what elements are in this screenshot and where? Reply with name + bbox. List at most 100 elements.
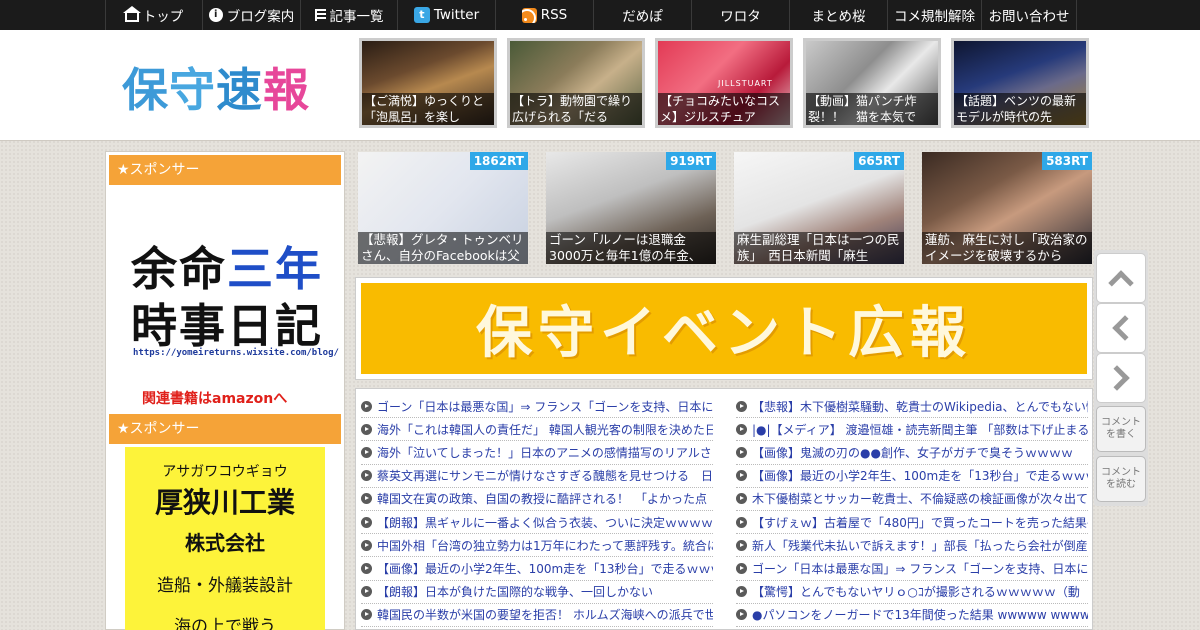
article-title-link[interactable]: 木下優樹菜とサッカー乾貴士、不倫疑惑の検証画像が次々出て: [752, 490, 1088, 507]
article-column-left: ゴーン「日本は最悪な国」⇒ フランス「ゴーンを支持、日本に 海外「これは韓国人の責…: [361, 395, 713, 627]
article-list-item[interactable]: 【朗報】黒ギャルに一番よく似合う衣装、ついに決定ｗｗｗｗ: [361, 511, 713, 535]
article-list-item[interactable]: 韓国文在寅の政策、自国の教授に酷評される！ 「よかった点: [361, 488, 713, 511]
nav-rss[interactable]: RSS: [495, 0, 593, 30]
article-list-item[interactable]: 【驚愕】とんでもないヤリｏ○ｺが撮影されるｗｗｗｗｗ（動: [736, 581, 1088, 604]
article-list-item[interactable]: 新人「残業代未払いで訴えます！」部長「払ったら会社が倒産: [736, 534, 1088, 558]
nav-matome-sakura-label: まとめ桜: [811, 9, 866, 25]
ad-url[interactable]: https://yomeireturns.wixsite.com/blog/: [133, 348, 339, 358]
nav-top-label: トップ: [142, 9, 184, 25]
article-list: ゴーン「日本は最悪な国」⇒ フランス「ゴーンを支持、日本に 海外「これは韓国人の責…: [355, 388, 1093, 630]
ad-company-kana: アサガワコウギョウ: [162, 464, 288, 480]
article-list-item[interactable]: ゴーン「日本は最悪な国」⇒ フランス「ゴーンを支持、日本に: [736, 557, 1088, 581]
nav-warota[interactable]: ワロタ: [691, 0, 789, 30]
nav-matome-sakura[interactable]: まとめ桜: [789, 0, 887, 30]
article-title-link[interactable]: 蔡英文再選にサンモニが情けなさすぎる醜態を見せつける 日: [377, 467, 713, 484]
nav-comment-unblock[interactable]: コメ規制解除: [887, 0, 981, 30]
article-list-item[interactable]: 海外「泣いてしまった！」日本のアニメの感情描写のリアルさ: [361, 441, 713, 465]
play-bullet-icon: [361, 516, 372, 528]
nav-twitter[interactable]: t Twitter: [397, 0, 495, 30]
article-list-item[interactable]: 海外「これは韓国人の責任だ」 韓国人観光客の制限を決めた日: [361, 418, 713, 442]
trending-caption: 蓮舫、麻生に対し「政治家のイメージを破壊するから: [922, 232, 1092, 264]
article-list-item[interactable]: ●パソコンをノーガードで13年間使った結果 wwwww wwwww: [736, 604, 1088, 627]
article-title-link[interactable]: |●|【メディア】 渡邉恒雄・読売新聞主筆 「部数は下げ止まる。: [752, 421, 1088, 438]
play-bullet-icon: [361, 562, 372, 574]
nav-top[interactable]: トップ: [105, 0, 202, 30]
article-list-item[interactable]: ゴーン「日本は最悪な国」⇒ フランス「ゴーンを支持、日本に: [361, 395, 713, 419]
trending-caption: 麻生副総理「日本は一つの民族」 西日本新聞「麻生: [734, 232, 904, 264]
trending-item-3[interactable]: 665RT 麻生副総理「日本は一つの民族」 西日本新聞「麻生: [734, 152, 904, 264]
logo-char-2: 守: [169, 63, 216, 117]
event-banner-text: 保守イベント広報: [476, 301, 972, 366]
article-title-link[interactable]: 韓国文在寅の政策、自国の教授に酷評される！ 「よかった点: [377, 490, 707, 507]
article-title-link[interactable]: 海外「これは韓国人の責任だ」 韓国人観光客の制限を決めた日: [377, 421, 713, 438]
article-title-link[interactable]: 【朗報】黒ギャルに一番よく似合う衣装、ついに決定ｗｗｗｗ: [377, 514, 713, 531]
nav-blog-guide[interactable]: i ブログ案内: [202, 0, 300, 30]
article-list-item[interactable]: 【すげぇｗ】古着屋で「480円」で買ったコートを売った結果→: [736, 511, 1088, 535]
thumb-caption: 【トラ】動物園で繰り広げられる「だる: [510, 93, 642, 125]
article-title-link[interactable]: 【悲報】木下優樹菜騒動、乾貴士のWikipedia、とんでもない情: [752, 398, 1088, 415]
article-title-link[interactable]: ゴーン「日本は最悪な国」⇒ フランス「ゴーンを支持、日本に: [377, 398, 713, 415]
article-title-link[interactable]: 【画像】鬼滅の刃の●●創作、女子がガチで臭そうｗｗｗｗ: [752, 444, 1073, 461]
nav-damepo-label: だめぽ: [622, 9, 663, 25]
nav-items: トップ i ブログ案内 記事一覧 t Twitter RSS だめぽ ワロタ ま…: [105, 0, 1077, 30]
article-title-link[interactable]: 【朗報】日本が負けた国際的な戦争、一回しかない: [377, 583, 653, 600]
article-title-link[interactable]: ●パソコンをノーガードで13年間使った結果 wwwww wwwww: [752, 606, 1088, 623]
header-thumb-2[interactable]: 【トラ】動物園で繰り広げられる「だる: [507, 38, 645, 128]
article-title-link[interactable]: 中国外相「台湾の独立勢力は1万年にわたって悪評残す。統合に: [377, 537, 713, 554]
article-title-link[interactable]: 海外「泣いてしまった！」日本のアニメの感情描写のリアルさ: [377, 444, 712, 461]
event-banner[interactable]: 保守イベント広報: [355, 277, 1093, 380]
play-bullet-icon: [736, 516, 747, 528]
play-bullet-icon: [736, 493, 747, 505]
next-article-button[interactable]: [1096, 353, 1146, 403]
nav-contact[interactable]: お問い合わせ: [981, 0, 1077, 30]
article-title-link[interactable]: 新人「残業代未払いで訴えます！」部長「払ったら会社が倒産: [752, 537, 1088, 554]
write-comment-button[interactable]: コメントを書く: [1096, 406, 1146, 452]
article-title-link[interactable]: 【画像】最近の小学2年生、100m走を「13秒台」で走るｗｗｗ: [752, 467, 1088, 484]
nav-article-list[interactable]: 記事一覧: [300, 0, 397, 30]
trending-item-4[interactable]: 583RT 蓮舫、麻生に対し「政治家のイメージを破壊するから: [922, 152, 1092, 264]
article-list-item[interactable]: |●|【メディア】 渡邉恒雄・読売新聞主筆 「部数は下げ止まる。: [736, 418, 1088, 442]
trending-caption: 【悲報】グレタ・トゥンベリさん、自分のFacebookは父: [358, 232, 528, 264]
header-thumb-3[interactable]: JILLSTUART 【チョコみたいなコスメ】ジルスチュア: [655, 38, 793, 128]
article-list-item[interactable]: 木下優樹菜とサッカー乾貴士、不倫疑惑の検証画像が次々出て: [736, 488, 1088, 511]
retweet-count-badge: 919RT: [666, 152, 716, 170]
play-bullet-icon: [361, 423, 372, 435]
article-column-right: 【悲報】木下優樹菜騒動、乾貴士のWikipedia、とんでもない情 |●|【メディ…: [736, 395, 1088, 627]
article-title-link[interactable]: 【画像】最近の小学2年生、100m走を「13秒台」で走るｗｗｗ: [377, 560, 713, 577]
nav-article-list-label: 記事一覧: [329, 9, 384, 25]
header-thumb-5[interactable]: 【話題】ベンツの最新モデルが時代の先: [951, 38, 1089, 128]
trending-item-2[interactable]: 919RT ゴーン「ルノーは退職金3000万と毎年1億の年金、: [546, 152, 716, 264]
trending-item-1[interactable]: 1862RT 【悲報】グレタ・トゥンベリさん、自分のFacebookは父: [358, 152, 528, 264]
thumb-caption: 【ご満悦】ゆっくりと「泡風呂」を楽し: [362, 93, 494, 125]
play-bullet-icon: [361, 493, 372, 505]
ad-title-part: 余命: [131, 242, 227, 296]
sponsor-ad-asagawa[interactable]: アサガワコウギョウ 厚狭川工業 株式会社 造船・外艤装設計 海の上で戦う: [125, 447, 325, 630]
chevron-up-icon: [1108, 270, 1134, 296]
previous-article-button[interactable]: [1096, 303, 1146, 353]
scroll-top-button[interactable]: [1096, 253, 1146, 303]
header-thumb-1[interactable]: 【ご満悦】ゆっくりと「泡風呂」を楽し: [359, 38, 497, 128]
ad-company-tagline: 海の上で戦う: [174, 617, 276, 630]
article-list-item[interactable]: 【悲報】木下優樹菜騒動、乾貴士のWikipedia、とんでもない情: [736, 395, 1088, 419]
article-title-link[interactable]: 【驚愕】とんでもないヤリｏ○ｺが撮影されるｗｗｗｗｗ（動: [752, 583, 1080, 600]
article-title-link[interactable]: 【すげぇｗ】古着屋で「480円」で買ったコートを売った結果→: [752, 514, 1088, 531]
article-list-item[interactable]: 中国外相「台湾の独立勢力は1万年にわたって悪評残す。統合に: [361, 534, 713, 558]
play-bullet-icon: [736, 562, 747, 574]
article-list-item[interactable]: 【画像】最近の小学2年生、100m走を「13秒台」で走るｗｗｗ: [361, 557, 713, 581]
sponsor-ad-yomei[interactable]: 余命三年 時事日記 https://yomeireturns.wixsite.c…: [106, 185, 344, 409]
article-list-item[interactable]: 【画像】最近の小学2年生、100m走を「13秒台」で走るｗｗｗ: [736, 465, 1088, 488]
thumb-logo-text: JILLSTUART: [718, 79, 773, 88]
site-logo[interactable]: 保守速報: [122, 54, 310, 120]
article-title-link[interactable]: ゴーン「日本は最悪な国」⇒ フランス「ゴーンを支持、日本に: [752, 560, 1088, 577]
article-list-item[interactable]: 【画像】鬼滅の刃の●●創作、女子がガチで臭そうｗｗｗｗ: [736, 441, 1088, 465]
header-thumb-4[interactable]: 【動画】猫パンチ炸裂！！ 猫を本気で: [803, 38, 941, 128]
left-sidebar: ★スポンサー 余命三年 時事日記 https://yomeireturns.wi…: [105, 151, 345, 630]
nav-damepo[interactable]: だめぽ: [593, 0, 691, 30]
article-list-item[interactable]: 蔡英文再選にサンモニが情けなさすぎる醜態を見せつける 日: [361, 465, 713, 488]
ad-amazon-link[interactable]: 関連書籍はamazonへ: [142, 388, 287, 408]
article-list-item[interactable]: 【朗報】日本が負けた国際的な戦争、一回しかない: [361, 581, 713, 604]
ad-company-desc: 造船・外艤装設計: [157, 576, 293, 596]
article-list-item[interactable]: 韓国民の半数が米国の要望を拒否！ ホルムズ海峡への派兵で世: [361, 604, 713, 627]
article-title-link[interactable]: 韓国民の半数が米国の要望を拒否！ ホルムズ海峡への派兵で世: [377, 606, 713, 623]
read-comment-button[interactable]: コメントを読む: [1096, 456, 1146, 502]
